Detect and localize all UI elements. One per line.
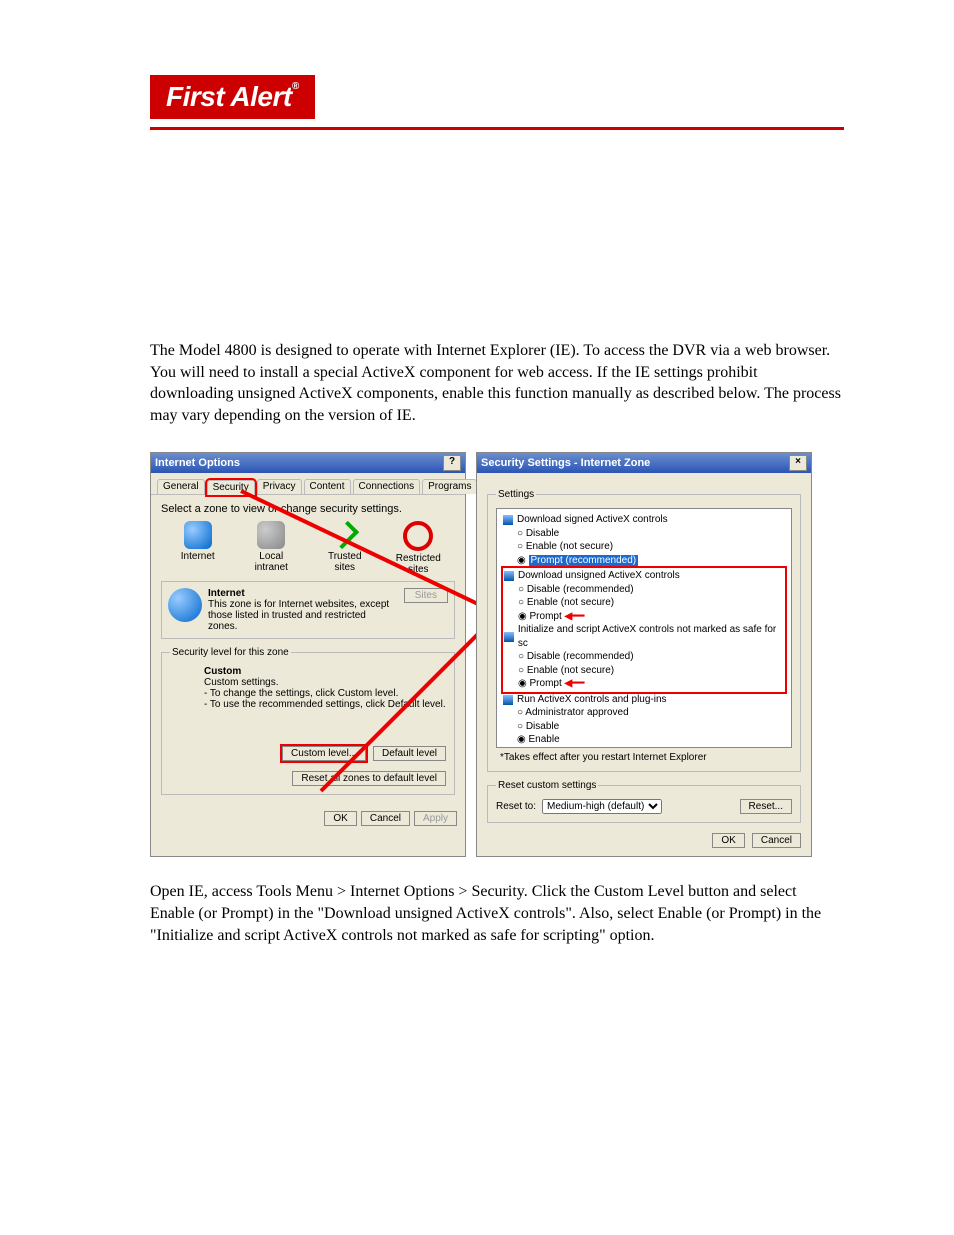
activex-icon <box>503 695 513 705</box>
brand-logo: First Alert® <box>150 75 315 119</box>
radio-prompt[interactable]: Prompt <box>518 611 562 622</box>
tab-content[interactable]: Content <box>304 479 351 494</box>
reset-to-label: Reset to: <box>496 801 536 812</box>
reset-level-select[interactable]: Medium-high (default) <box>542 799 662 814</box>
tab-privacy[interactable]: Privacy <box>257 479 302 494</box>
restart-note: *Takes effect after you restart Internet… <box>500 752 792 763</box>
restricted-icon <box>403 521 433 551</box>
intranet-icon <box>257 521 285 549</box>
custom-desc: Custom settings. <box>204 677 446 688</box>
radio-enable[interactable]: Enable (not secure) <box>518 596 784 610</box>
group-label: Download unsigned ActiveX controls <box>518 569 680 583</box>
intro-paragraph: The Model 4800 is designed to operate wi… <box>150 340 844 426</box>
activex-icon <box>503 515 513 525</box>
help-icon[interactable]: ? <box>443 455 461 471</box>
titlebar-left: Internet Options ? <box>151 453 465 473</box>
cancel-button[interactable]: Cancel <box>752 833 801 848</box>
security-level-legend: Security level for this zone <box>170 647 291 658</box>
custom-title: Custom <box>204 666 446 677</box>
tab-programs[interactable]: Programs <box>422 479 477 494</box>
activex-icon <box>504 632 514 642</box>
apply-button[interactable]: Apply <box>414 811 457 826</box>
ok-button[interactable]: OK <box>712 833 744 848</box>
titlebar-right: Security Settings - Internet Zone × <box>477 453 811 473</box>
settings-listbox[interactable]: Download signed ActiveX controls Disable… <box>496 508 792 748</box>
instructions-paragraph: Open IE, access Tools Menu > Internet Op… <box>150 881 844 946</box>
reset-legend: Reset custom settings <box>496 780 598 791</box>
internet-options-dialog: Internet Options ? General Security Priv… <box>150 452 466 857</box>
group-label: Run ActiveX controls and plug-ins <box>517 693 667 707</box>
radio-prompt[interactable]: Prompt <box>518 678 562 689</box>
globe-icon <box>184 521 212 549</box>
radio-admin[interactable]: Administrator approved <box>517 706 785 720</box>
radio-enable[interactable]: Enable (not secure) <box>518 664 784 678</box>
radio-disable[interactable]: Disable (recommended) <box>518 583 784 597</box>
zone-description: This zone is for Internet websites, exce… <box>208 599 398 632</box>
dialog-title: Security Settings - Internet Zone <box>481 457 650 469</box>
red-rule <box>150 127 844 130</box>
dialog-figures: Internet Options ? General Security Priv… <box>150 452 844 857</box>
reset-zones-button[interactable]: Reset all zones to default level <box>292 771 446 786</box>
zone-instruction: Select a zone to view or change security… <box>161 503 455 515</box>
radio-disable[interactable]: Disable <box>517 527 785 541</box>
default-level-button[interactable]: Default level <box>373 746 446 761</box>
zone-title: Internet <box>208 588 398 599</box>
tab-strip: General Security Privacy Content Connect… <box>151 473 465 495</box>
group-label: Download signed ActiveX controls <box>517 513 668 527</box>
arrow-icon: ◀━━ <box>565 678 585 689</box>
radio-enable[interactable]: Enable <box>517 733 785 747</box>
cancel-button[interactable]: Cancel <box>361 811 410 826</box>
zone-intranet[interactable]: Local intranet <box>243 521 299 575</box>
close-icon[interactable]: × <box>789 455 807 471</box>
ok-button[interactable]: OK <box>324 811 356 826</box>
reset-button[interactable]: Reset... <box>740 799 792 814</box>
tab-general[interactable]: General <box>157 479 205 494</box>
radio-disable[interactable]: Disable (recommended) <box>518 650 784 664</box>
security-settings-dialog: Security Settings - Internet Zone × Sett… <box>476 452 812 857</box>
zone-internet[interactable]: Internet <box>170 521 226 575</box>
radio-disable[interactable]: Disable <box>517 720 785 734</box>
settings-legend: Settings <box>496 489 536 500</box>
sites-button[interactable]: Sites <box>404 588 448 603</box>
activex-icon <box>504 571 514 581</box>
radio-enable[interactable]: Enable (not secure) <box>517 540 785 554</box>
tab-connections[interactable]: Connections <box>353 479 421 494</box>
radio-prompt[interactable]: Prompt (recommended) <box>517 554 785 568</box>
group-label: Initialize and script ActiveX controls n… <box>518 623 784 650</box>
arrow-icon: ◀━━ <box>565 611 585 622</box>
dialog-title: Internet Options <box>155 457 240 469</box>
globe-icon <box>168 588 202 622</box>
